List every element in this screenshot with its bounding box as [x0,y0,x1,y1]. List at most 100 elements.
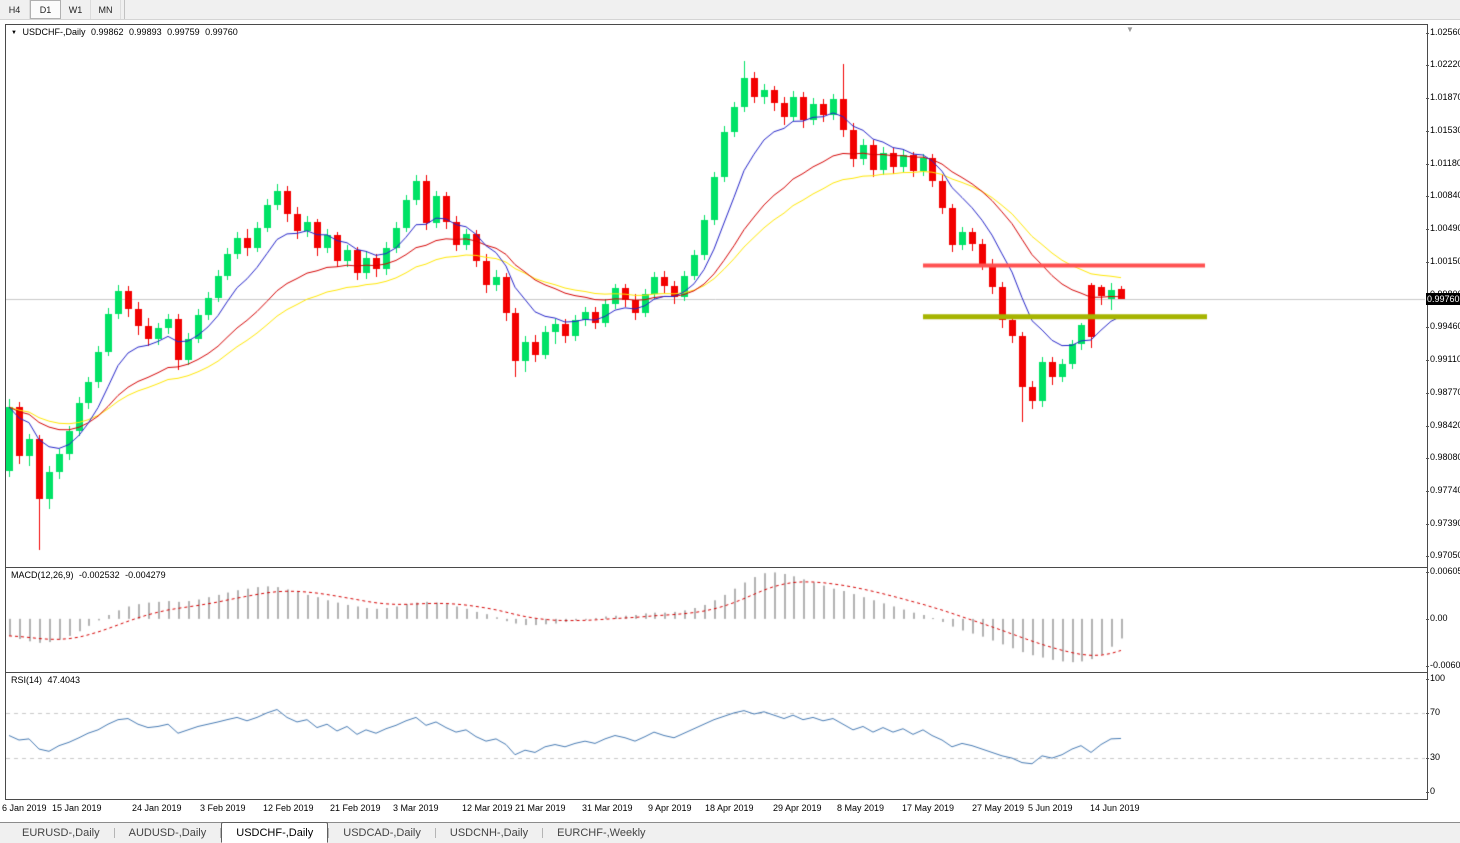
macd-axis-label: 0.006058 [1430,566,1460,576]
price-chart-panel[interactable]: ▼ USDCHF-,Daily 0.99862 0.99893 0.99759 … [5,24,1428,569]
ohlc-close: 0.99760 [205,27,238,37]
date-axis-label: 14 Jun 2019 [1090,803,1140,813]
chart-tab-usdcnhdaily[interactable]: USDCNH-,Daily [436,823,542,843]
macd-axis-label: 0.00 [1430,613,1448,623]
axis-tick [1426,164,1429,165]
price-axis-label: 0.97740 [1430,485,1460,495]
axis-tick [1426,491,1429,492]
axis-tick [1426,679,1429,680]
price-scale[interactable]: 1.02560 1.02220 1.01870 1.01530 1.01180 1.008… [1426,24,1460,798]
axis-tick [1426,666,1429,667]
date-axis-label: 3 Mar 2019 [393,803,439,813]
current-price-tag: 0.99760 [1426,293,1460,305]
axis-tick [1426,229,1429,230]
axis-tick [1426,131,1429,132]
price-axis-label: 1.01870 [1430,92,1460,102]
price-axis-label: 0.98770 [1430,387,1460,397]
rsi-title: RSI(14) 47.4043 [11,675,83,685]
axis-tick [1426,393,1429,394]
price-axis-label: 0.99110 [1430,354,1460,364]
macd-canvas[interactable] [6,568,1425,670]
axis-tick [1426,556,1429,557]
date-axis-label: 18 Apr 2019 [705,803,754,813]
price-axis-label: 0.98080 [1430,452,1460,462]
date-axis-label: 6 Jan 2019 [2,803,47,813]
timeframe-d1-button[interactable]: D1 [30,0,61,19]
axis-tick [1426,758,1429,759]
rsi-value: 47.4043 [48,675,81,685]
axis-tick [1426,196,1429,197]
axis-tick [1426,98,1429,99]
timeframe-mn-button[interactable]: MN [91,0,121,19]
axis-tick [1426,619,1429,620]
chart-tab-usdcaddaily[interactable]: USDCAD-,Daily [329,823,435,843]
date-axis-label: 31 Mar 2019 [582,803,633,813]
chart-tab-eurchfweekly[interactable]: EURCHF-,Weekly [543,823,659,843]
price-axis-label: 1.02560 [1430,27,1460,37]
price-axis-label: 1.01180 [1430,158,1460,168]
rsi-axis-label: 70 [1430,707,1440,717]
macd-title: MACD(12,26,9) -0.002532 -0.004279 [11,570,169,580]
price-axis-label: 0.99460 [1430,321,1460,331]
chart-symbol-label: USDCHF-,Daily [22,27,85,37]
price-axis-label: 0.97390 [1430,518,1460,528]
rsi-panel[interactable]: RSI(14) 47.4043 [5,672,1428,800]
date-axis[interactable]: 6 Jan 201915 Jan 201924 Jan 20193 Feb 20… [0,798,1460,820]
chart-tab-bar: EURUSD-,DailyAUDUSD-,DailyUSDCHF-,DailyU… [0,822,1460,843]
date-axis-label: 12 Mar 2019 [462,803,513,813]
rsi-axis-label: 0 [1430,786,1435,796]
axis-tick [1426,572,1429,573]
axis-tick [1426,426,1429,427]
rsi-axis-label: 30 [1430,752,1440,762]
toolbar-divider [124,0,125,19]
axis-tick [1426,33,1429,34]
axis-tick [1426,524,1429,525]
price-chart-canvas[interactable] [6,25,1425,566]
axis-tick [1426,262,1429,263]
chart-shift-marker-icon[interactable]: ▼ [1126,25,1134,34]
axis-tick [1426,65,1429,66]
date-axis-label: 17 May 2019 [902,803,954,813]
price-axis-label: 1.01530 [1430,125,1460,135]
price-axis-label: 1.02220 [1430,59,1460,69]
macd-panel[interactable]: MACD(12,26,9) -0.002532 -0.004279 [5,567,1428,673]
chart-tab-usdchfdaily[interactable]: USDCHF-,Daily [221,822,328,843]
date-axis-label: 9 Apr 2019 [648,803,692,813]
timeframe-toolbar: H4 D1 W1 MN [0,0,1460,20]
price-axis-label: 0.98420 [1430,420,1460,430]
date-axis-label: 3 Feb 2019 [200,803,246,813]
date-axis-label: 12 Feb 2019 [263,803,314,813]
date-axis-label: 21 Mar 2019 [515,803,566,813]
price-axis-label: 1.00490 [1430,223,1460,233]
axis-tick [1426,360,1429,361]
date-axis-label: 29 Apr 2019 [773,803,822,813]
axis-tick [1426,792,1429,793]
date-axis-label: 24 Jan 2019 [132,803,182,813]
ohlc-high: 0.99893 [129,27,162,37]
price-axis-label: 1.00150 [1430,256,1460,266]
macd-axis-label: -0.006094 [1430,660,1460,670]
macd-main-value: -0.002532 [79,570,120,580]
mt4-window: H4 D1 W1 MN ▼ USDCHF-,Daily 0.99862 0.99… [0,0,1460,843]
macd-label: MACD(12,26,9) [11,570,74,580]
chart-tab-audusddaily[interactable]: AUDUSD-,Daily [115,823,221,843]
axis-tick [1426,327,1429,328]
timeframe-w1-button[interactable]: W1 [61,0,91,19]
date-axis-label: 8 May 2019 [837,803,884,813]
collapse-triangle-icon[interactable]: ▼ [11,30,17,36]
date-axis-label: 5 Jun 2019 [1028,803,1073,813]
axis-tick [1426,458,1429,459]
rsi-canvas[interactable] [6,673,1425,797]
macd-signal-value: -0.004279 [125,570,166,580]
price-axis-label: 0.97050 [1430,550,1460,560]
rsi-label: RSI(14) [11,675,42,685]
chart-tab-eurusddaily[interactable]: EURUSD-,Daily [8,823,114,843]
price-axis-label: 1.00840 [1430,190,1460,200]
axis-tick [1426,713,1429,714]
date-axis-label: 27 May 2019 [972,803,1024,813]
timeframe-h4-button[interactable]: H4 [0,0,30,19]
date-axis-label: 21 Feb 2019 [330,803,381,813]
rsi-axis-label: 100 [1430,673,1445,683]
ohlc-open: 0.99862 [91,27,124,37]
ohlc-low: 0.99759 [167,27,200,37]
